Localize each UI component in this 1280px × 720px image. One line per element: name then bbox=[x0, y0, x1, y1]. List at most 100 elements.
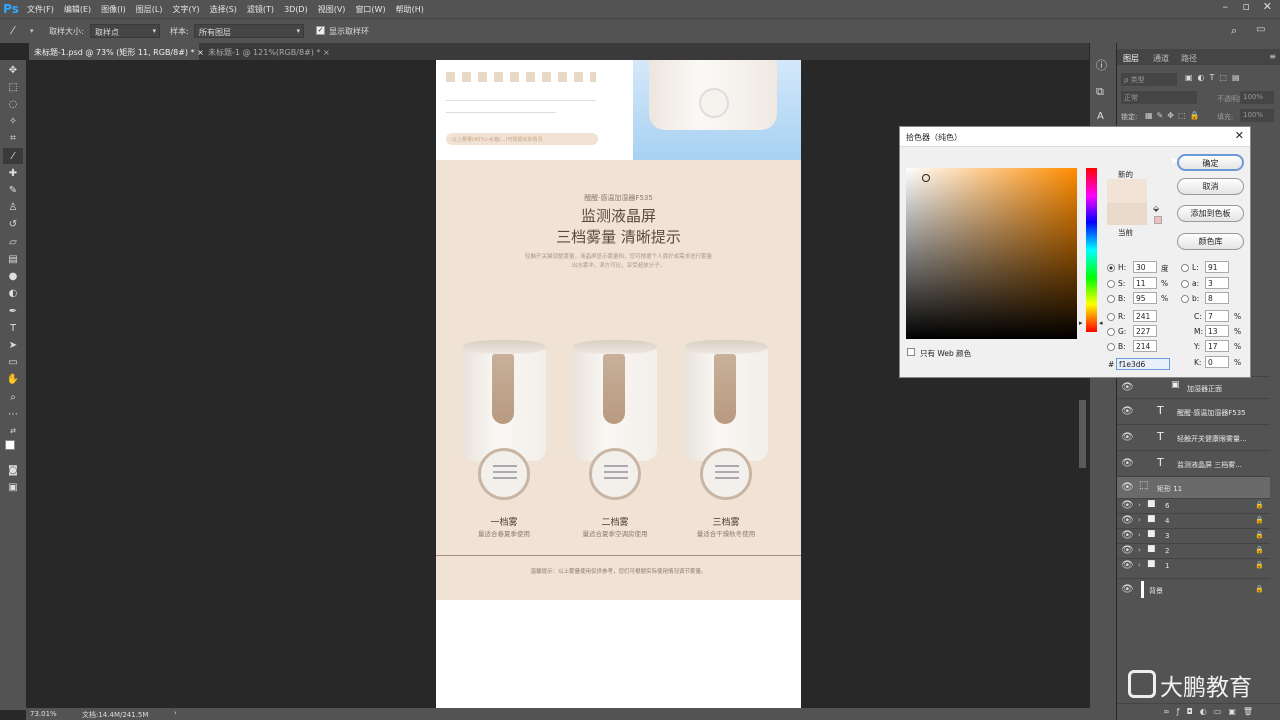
path-selection-tool-icon[interactable]: ➤ bbox=[3, 337, 23, 353]
a-radio[interactable] bbox=[1181, 280, 1189, 288]
menu-window[interactable]: 窗口(W) bbox=[350, 4, 390, 15]
menu-edit[interactable]: 编辑(E) bbox=[59, 4, 96, 15]
visibility-eye-icon[interactable]: 👁 bbox=[1121, 545, 1134, 556]
chevron-down-icon[interactable]: ▾ bbox=[30, 27, 34, 35]
tab-paths[interactable]: 路径 bbox=[1181, 53, 1197, 64]
document-canvas[interactable]: 以上雾量(40%)-水箱(...)可根据实际情况 醒醒·感温加湿器F535 监测… bbox=[436, 60, 801, 710]
visibility-eye-icon[interactable]: 👁 bbox=[1121, 560, 1134, 571]
sample-size-select[interactable]: 取样点 ▾ bbox=[90, 24, 160, 38]
fill-input[interactable]: 100% bbox=[1240, 109, 1274, 122]
layer-row[interactable]: 👁 T 监测液晶屏 三档雾... bbox=[1117, 450, 1270, 476]
hue-slider[interactable] bbox=[1086, 168, 1097, 332]
visibility-eye-icon[interactable]: 👁 bbox=[1121, 382, 1134, 393]
layer-row[interactable]: 👁 › ■ 3 🔒 bbox=[1117, 528, 1270, 543]
magenta-input[interactable]: 13 bbox=[1205, 325, 1229, 337]
green-radio[interactable] bbox=[1107, 328, 1115, 336]
blur-tool-icon[interactable]: ● bbox=[3, 268, 23, 284]
hex-input[interactable]: f1e3d6 bbox=[1116, 358, 1170, 370]
visibility-eye-icon[interactable]: 👁 bbox=[1121, 406, 1134, 417]
menu-view[interactable]: 视图(V) bbox=[313, 4, 351, 15]
green-input[interactable]: 227 bbox=[1133, 325, 1157, 337]
layer-row[interactable]: 👁 › ■ 4 🔒 bbox=[1117, 513, 1270, 528]
saturation-input[interactable]: 11 bbox=[1133, 277, 1157, 289]
stamp-tool-icon[interactable]: ♙ bbox=[3, 199, 23, 215]
red-input[interactable]: 241 bbox=[1133, 310, 1157, 322]
character-icon[interactable]: A bbox=[1097, 111, 1104, 122]
tab-document-1[interactable]: 未标题-1.psd @ 73% (矩形 11, RGB/8#) * × bbox=[29, 43, 204, 60]
visibility-eye-icon[interactable]: 👁 bbox=[1121, 432, 1134, 443]
menu-layer[interactable]: 图层(L) bbox=[131, 4, 168, 15]
search-icon[interactable]: ⌕ bbox=[1231, 24, 1237, 38]
color-libraries-button[interactable]: 颜色库 bbox=[1177, 233, 1244, 250]
visibility-eye-icon[interactable]: 👁 bbox=[1121, 584, 1134, 595]
saturation-radio[interactable] bbox=[1107, 280, 1115, 288]
add-to-swatches-button[interactable]: 添加到色板 bbox=[1177, 205, 1244, 222]
eyedropper-tool-icon[interactable]: ⁄ bbox=[3, 148, 23, 164]
web-only-checkbox[interactable] bbox=[907, 348, 915, 356]
marquee-tool-icon[interactable]: ⬚ bbox=[3, 79, 23, 95]
foreground-color-swatch[interactable] bbox=[5, 440, 15, 450]
ok-button[interactable]: 确定 bbox=[1177, 154, 1244, 171]
chevron-right-icon[interactable]: › bbox=[1138, 531, 1141, 539]
type-tool-icon[interactable]: T bbox=[3, 320, 23, 336]
chevron-right-icon[interactable]: › bbox=[1138, 501, 1141, 509]
screen-mode-icon[interactable]: ▣ bbox=[3, 479, 23, 495]
sample-select[interactable]: 所有图层 ▾ bbox=[194, 24, 304, 38]
close-window-icon[interactable]: ✕ bbox=[1263, 0, 1272, 13]
eraser-tool-icon[interactable]: ▱ bbox=[3, 234, 23, 250]
zoom-tool-icon[interactable]: ⌕ bbox=[3, 389, 23, 405]
quick-mask-icon[interactable]: ◙ bbox=[3, 462, 23, 478]
hue-input[interactable]: 30 bbox=[1133, 261, 1157, 273]
dodge-tool-icon[interactable]: ◐ bbox=[3, 285, 23, 301]
hand-tool-icon[interactable]: ✋ bbox=[3, 371, 23, 387]
minimize-icon[interactable]: – bbox=[1223, 0, 1229, 13]
info-icon[interactable]: ⓘ bbox=[1096, 57, 1107, 73]
lasso-tool-icon[interactable]: ◌ bbox=[3, 96, 23, 112]
filter-icons[interactable]: ▣◐T⬚▤ bbox=[1185, 73, 1245, 82]
eyedropper-tool-icon[interactable]: ⁄ bbox=[12, 24, 14, 37]
red-radio[interactable] bbox=[1107, 313, 1115, 321]
current-color-swatch[interactable] bbox=[1107, 203, 1147, 225]
crop-tool-icon[interactable]: ⌗ bbox=[3, 130, 23, 146]
lightness-input[interactable]: 91 bbox=[1205, 261, 1229, 273]
brightness-input[interactable]: 95 bbox=[1133, 292, 1157, 304]
chevron-right-icon[interactable]: › bbox=[1138, 546, 1141, 554]
hue-radio[interactable] bbox=[1107, 264, 1115, 272]
saturation-brightness-field[interactable] bbox=[906, 168, 1077, 339]
pen-tool-icon[interactable]: ✒ bbox=[3, 303, 23, 319]
layer-row[interactable]: 👁 背景 🔒 bbox=[1117, 578, 1270, 600]
chevron-right-icon[interactable]: › bbox=[1138, 516, 1141, 524]
history-brush-tool-icon[interactable]: ↺ bbox=[3, 216, 23, 232]
menu-image[interactable]: 图像(I) bbox=[96, 4, 131, 15]
brush-tool-icon[interactable]: ✎ bbox=[3, 182, 23, 198]
properties-icon[interactable]: ⧉ bbox=[1096, 85, 1104, 99]
menu-help[interactable]: 帮助(H) bbox=[391, 4, 429, 15]
black-input[interactable]: 0 bbox=[1205, 356, 1229, 368]
move-tool-icon[interactable]: ✥ bbox=[3, 62, 23, 78]
blue-radio[interactable] bbox=[1107, 343, 1115, 351]
blend-mode-select[interactable]: 正常 bbox=[1121, 91, 1197, 104]
visibility-eye-icon[interactable]: 👁 bbox=[1121, 530, 1134, 541]
maximize-icon[interactable]: ▫ bbox=[1243, 0, 1250, 13]
show-ring-checkbox[interactable]: ✓ bbox=[316, 26, 325, 35]
panel-menu-icon[interactable]: ≡ bbox=[1269, 52, 1276, 61]
layer-row-selected[interactable]: 👁 ⬚ 矩形 11 bbox=[1117, 476, 1270, 498]
layer-filter-input[interactable]: ρ 类型 bbox=[1121, 73, 1177, 86]
layer-row[interactable]: 👁 › ■ 6 🔒 bbox=[1117, 498, 1270, 513]
tab-channels[interactable]: 通道 bbox=[1153, 53, 1169, 64]
workspace-icon[interactable]: ▭ bbox=[1256, 24, 1265, 35]
yellow-input[interactable]: 17 bbox=[1205, 340, 1229, 352]
tab-document-2[interactable]: 未标题-1 @ 121%(RGB/8#) * × bbox=[203, 43, 353, 60]
vertical-scrollbar[interactable] bbox=[1079, 400, 1086, 468]
gradient-tool-icon[interactable]: ▤ bbox=[3, 251, 23, 267]
menu-file[interactable]: 文件(F) bbox=[22, 4, 59, 15]
more-tools-icon[interactable]: ⋯ bbox=[3, 406, 23, 422]
blue-input[interactable]: 214 bbox=[1133, 340, 1157, 352]
gamut-warning-icon[interactable]: ⬙ bbox=[1153, 204, 1159, 213]
cancel-button[interactable]: 取消 bbox=[1177, 178, 1244, 195]
menu-type[interactable]: 文字(Y) bbox=[167, 4, 204, 15]
visibility-eye-icon[interactable]: 👁 bbox=[1121, 515, 1134, 526]
layer-row[interactable]: 👁 ▣ 加湿器正面 bbox=[1117, 376, 1270, 398]
layer-row[interactable]: 👁 T 醒醒·感温加湿器F535 bbox=[1117, 398, 1270, 424]
chevron-right-icon[interactable]: › bbox=[174, 709, 177, 717]
